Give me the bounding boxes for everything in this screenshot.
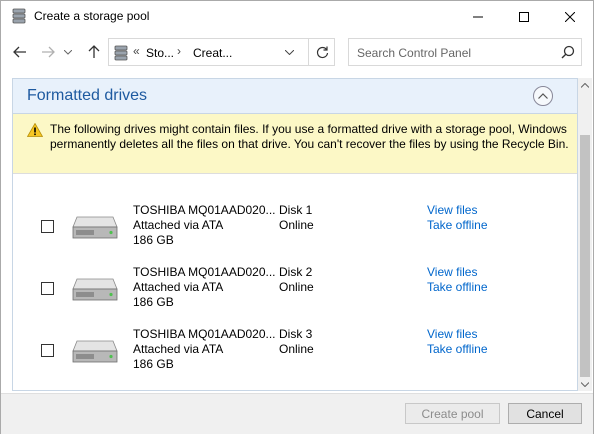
window-title: Create a storage pool	[34, 9, 150, 23]
drive-3-size: 186 GB	[133, 357, 174, 371]
up-arrow-icon	[88, 45, 100, 58]
forward-arrow-icon	[42, 46, 55, 58]
scroll-thumb[interactable]	[580, 135, 590, 377]
breadcrumb-separator-icon: ›	[177, 44, 181, 58]
breadcrumb-storage-spaces[interactable]: Sto...	[146, 46, 174, 60]
recent-dropdown-icon	[64, 49, 72, 55]
hard-drive-icon	[72, 216, 118, 239]
hard-drive-icon	[72, 278, 118, 301]
content-panel: Formatted drives The following drives mi…	[12, 78, 578, 391]
address-bar[interactable]: « Sto... › Creat...	[108, 38, 335, 66]
address-dropdown-button[interactable]	[282, 39, 296, 65]
back-button[interactable]	[9, 40, 31, 64]
warning-icon	[27, 123, 43, 137]
drive-3-disk-info: Disk 3 Online	[279, 327, 314, 357]
drive-3-checkbox[interactable]	[41, 344, 54, 357]
drive-1-disk-info: Disk 1 Online	[279, 203, 314, 233]
drive-1-view-files-link[interactable]: View files	[427, 203, 477, 218]
minimize-button[interactable]	[455, 1, 501, 32]
refresh-button[interactable]	[308, 39, 335, 65]
maximize-icon	[519, 11, 529, 22]
warning-banner: The following drives might contain files…	[13, 114, 577, 174]
section-title: Formatted drives	[27, 87, 148, 104]
scroll-down-button[interactable]	[578, 377, 592, 391]
drive-2-connection: Attached via ATA	[133, 280, 224, 294]
footer-bar: Create pool Cancel	[1, 393, 593, 434]
drive-1-connection: Attached via ATA	[133, 218, 224, 232]
collapse-section-button[interactable]	[533, 86, 553, 106]
search-placeholder: Search Control Panel	[357, 46, 472, 60]
search-input[interactable]: Search Control Panel	[348, 38, 582, 66]
drive-2-take-offline-link[interactable]: Take offline	[427, 280, 488, 295]
drive-3-status: Online	[279, 342, 314, 356]
drive-1-status: Online	[279, 218, 314, 232]
forward-button[interactable]	[37, 40, 59, 64]
drive-1-take-offline-link[interactable]: Take offline	[427, 218, 488, 233]
close-icon	[565, 11, 575, 22]
drive-row-3: TOSHIBA MQ01AAD020... Attached via ATA 1…	[13, 327, 577, 385]
drive-3-view-files-link[interactable]: View files	[427, 327, 477, 342]
drive-3-disk: Disk 3	[279, 327, 313, 341]
chevron-up-icon	[538, 93, 548, 99]
storage-spaces-icon	[114, 45, 128, 61]
drive-2-checkbox[interactable]	[41, 282, 54, 295]
minimize-icon	[473, 16, 483, 17]
breadcrumb-overflow[interactable]: «	[133, 44, 140, 58]
scroll-down-icon	[581, 381, 589, 387]
drive-2-size: 186 GB	[133, 295, 174, 309]
section-header: Formatted drives	[13, 79, 577, 114]
cancel-button[interactable]: Cancel	[508, 403, 582, 424]
drive-1-info: TOSHIBA MQ01AAD020... Attached via ATA 1…	[133, 203, 276, 248]
title-bar: Create a storage pool	[1, 1, 593, 32]
drive-2-view-files-link[interactable]: View files	[427, 265, 477, 280]
refresh-icon	[316, 46, 328, 58]
drive-2-info: TOSHIBA MQ01AAD020... Attached via ATA 1…	[133, 265, 276, 310]
drive-1-checkbox[interactable]	[41, 220, 54, 233]
drive-1-size: 186 GB	[133, 233, 174, 247]
breadcrumb-create-pool[interactable]: Creat...	[193, 46, 232, 60]
drive-row-1: TOSHIBA MQ01AAD020... Attached via ATA 1…	[13, 203, 577, 261]
drive-row-2: TOSHIBA MQ01AAD020... Attached via ATA 1…	[13, 265, 577, 323]
hard-drive-icon	[72, 340, 118, 363]
recent-locations-button[interactable]	[61, 40, 75, 64]
drive-3-connection: Attached via ATA	[133, 342, 224, 356]
up-button[interactable]	[83, 40, 105, 64]
back-arrow-icon	[13, 46, 26, 58]
maximize-button[interactable]	[501, 1, 547, 32]
vertical-scrollbar[interactable]	[578, 78, 592, 391]
drive-3-name: TOSHIBA MQ01AAD020...	[133, 327, 276, 341]
warning-text: The following drives might contain files…	[50, 122, 569, 151]
scroll-up-button[interactable]	[578, 78, 592, 92]
chevron-down-icon	[284, 49, 294, 55]
create-pool-button[interactable]: Create pool	[405, 403, 500, 424]
navigation-bar: « Sto... › Creat... Search Control Panel	[1, 32, 593, 72]
drive-3-take-offline-link[interactable]: Take offline	[427, 342, 488, 357]
drive-2-status: Online	[279, 280, 314, 294]
drive-1-name: TOSHIBA MQ01AAD020...	[133, 203, 276, 217]
drive-2-name: TOSHIBA MQ01AAD020...	[133, 265, 276, 279]
close-button[interactable]	[547, 1, 593, 32]
create-storage-pool-window: Create a storage pool « Sto... › Creat..…	[0, 0, 594, 434]
drive-3-info: TOSHIBA MQ01AAD020... Attached via ATA 1…	[133, 327, 276, 372]
drive-2-disk-info: Disk 2 Online	[279, 265, 314, 295]
search-icon	[561, 45, 575, 59]
drive-1-disk: Disk 1	[279, 203, 313, 217]
drive-2-disk: Disk 2	[279, 265, 313, 279]
scroll-up-icon	[581, 82, 589, 88]
storage-spaces-icon	[12, 8, 26, 24]
